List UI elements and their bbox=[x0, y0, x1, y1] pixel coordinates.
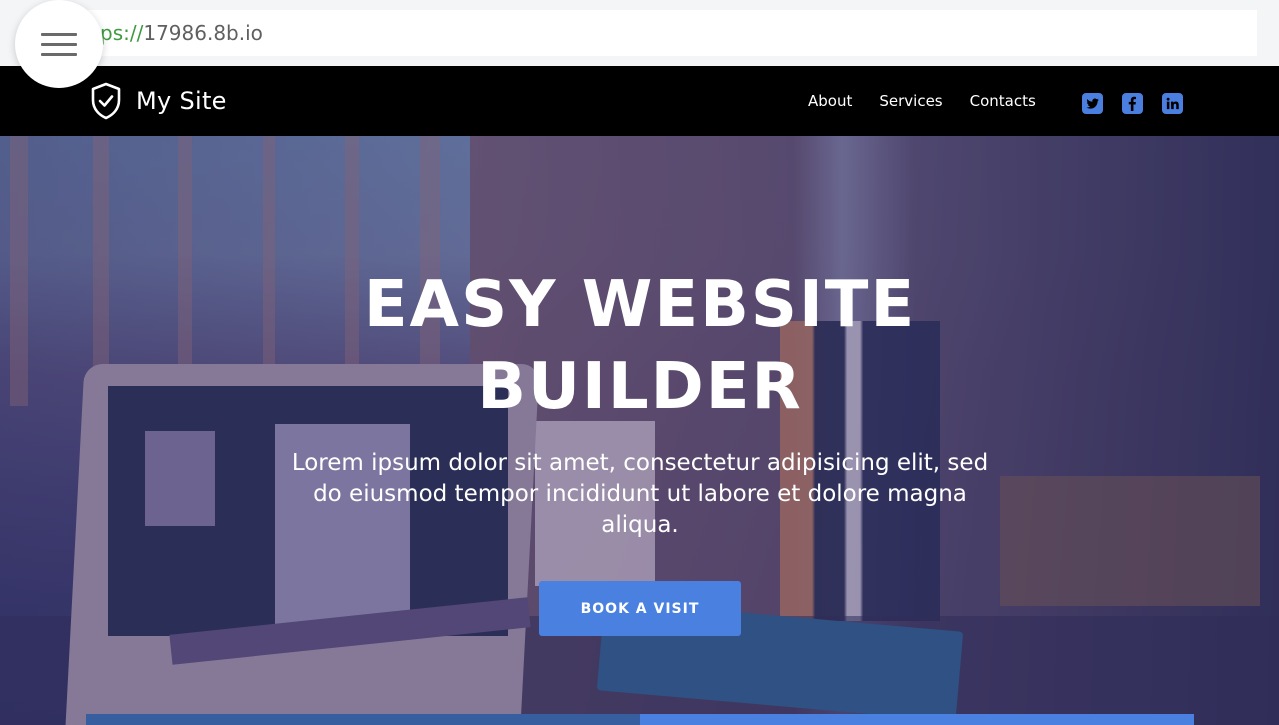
nav-link-services[interactable]: Services bbox=[879, 92, 942, 110]
url-host: 17986.8b.io bbox=[143, 21, 263, 45]
nav-links: About Services Contacts bbox=[808, 91, 1063, 111]
address-bar[interactable]: ps://17986.8b.io bbox=[80, 10, 1257, 56]
feature-card-right bbox=[640, 714, 1194, 725]
facebook-icon bbox=[1128, 96, 1136, 111]
hero-title-line1: EASY WEBSITE bbox=[363, 268, 917, 342]
twitter-link[interactable] bbox=[1082, 93, 1103, 114]
hero-overlay bbox=[0, 136, 1279, 725]
url-scheme: ps:// bbox=[100, 21, 144, 45]
hero-title: EASY WEBSITE BUILDER bbox=[240, 264, 1040, 428]
hamburger-menu-icon-bar bbox=[41, 42, 77, 46]
book-a-visit-button[interactable]: BOOK A VISIT bbox=[539, 581, 741, 636]
hero-section: EASY WEBSITE BUILDER Lorem ipsum dolor s… bbox=[0, 136, 1279, 725]
hamburger-menu-icon-bar bbox=[41, 52, 77, 56]
feature-card-left bbox=[86, 714, 640, 725]
hamburger-menu-button[interactable] bbox=[15, 0, 103, 88]
hamburger-menu-icon bbox=[41, 32, 77, 36]
hero-subtitle: Lorem ipsum dolor sit amet, consectetur … bbox=[291, 450, 989, 538]
browser-chrome: ps://17986.8b.io bbox=[0, 0, 1279, 66]
linkedin-link[interactable] bbox=[1162, 93, 1183, 114]
nav-link-contacts[interactable]: Contacts bbox=[970, 92, 1036, 110]
twitter-icon bbox=[1086, 98, 1099, 109]
brand-link[interactable]: My Site bbox=[90, 82, 227, 120]
shield-check-icon bbox=[91, 82, 121, 120]
facebook-link[interactable] bbox=[1122, 93, 1143, 114]
nav-link-about[interactable]: About bbox=[808, 92, 852, 110]
hero-title-line2: BUILDER bbox=[477, 350, 803, 424]
linkedin-icon bbox=[1166, 97, 1179, 110]
brand-name: My Site bbox=[136, 87, 227, 115]
social-links bbox=[1082, 93, 1202, 114]
